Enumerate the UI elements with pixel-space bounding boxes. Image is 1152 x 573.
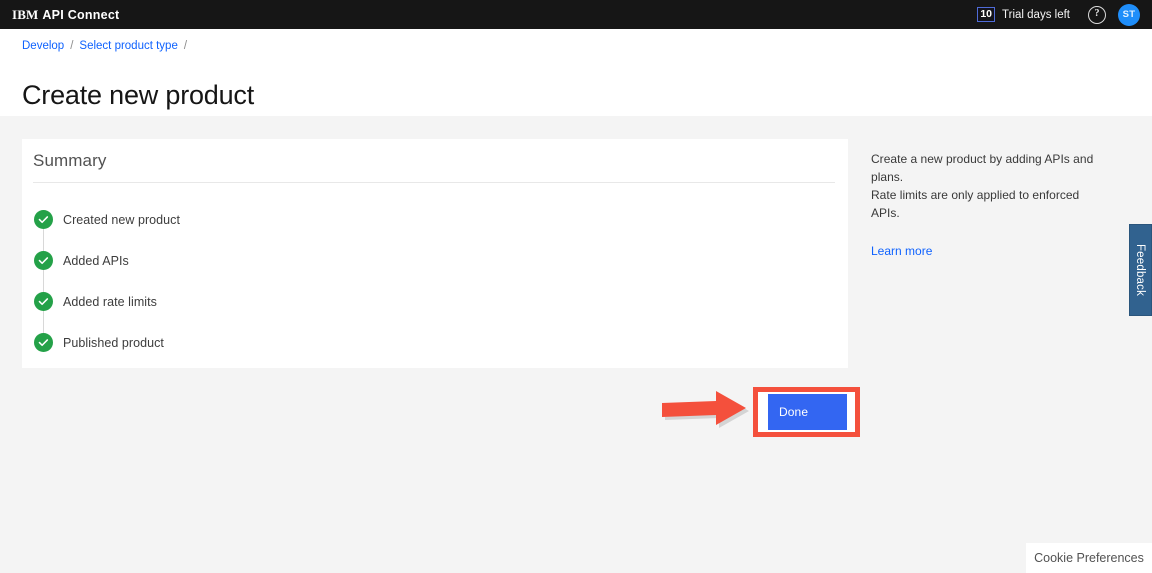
summary-step: Added APIs bbox=[34, 240, 848, 292]
page-title: Create new product bbox=[22, 80, 255, 111]
step-connector-line bbox=[43, 270, 44, 292]
breadcrumb-item-select-product-type[interactable]: Select product type bbox=[79, 40, 177, 52]
info-text-line-1: Create a new product by adding APIs and … bbox=[871, 152, 1094, 184]
trial-days-label: Trial days left bbox=[1002, 8, 1070, 21]
page-header-band: Develop / Select product type / Create n… bbox=[0, 29, 1152, 116]
breadcrumb-item-develop[interactable]: Develop bbox=[22, 40, 64, 52]
user-menu-button[interactable]: ST bbox=[1112, 0, 1146, 29]
info-panel: Create a new product by adding APIs and … bbox=[871, 150, 1106, 260]
check-circle-icon bbox=[34, 251, 53, 270]
learn-more-link[interactable]: Learn more bbox=[871, 244, 932, 258]
app-header: IBM API Connect 10 Trial days left ? ST bbox=[0, 0, 1152, 29]
breadcrumb-separator-trailing: / bbox=[183, 40, 188, 52]
feedback-tab[interactable]: Feedback bbox=[1129, 224, 1152, 316]
summary-step-list: Created new product Added APIs Added rat… bbox=[34, 199, 848, 363]
feedback-tab-label: Feedback bbox=[1134, 243, 1147, 297]
summary-card: Summary Created new product Added APIs A… bbox=[22, 139, 848, 368]
help-button[interactable]: ? bbox=[1082, 0, 1112, 29]
summary-heading: Summary bbox=[33, 151, 107, 170]
check-circle-icon bbox=[34, 333, 53, 352]
annotation-arrow-icon bbox=[662, 391, 749, 428]
brand-logo[interactable]: IBM API Connect bbox=[12, 7, 119, 23]
trial-days-badge: 10 bbox=[977, 7, 996, 22]
summary-step-label: Created new product bbox=[63, 212, 180, 227]
cookie-preferences-label: Cookie Preferences bbox=[1034, 551, 1144, 565]
help-icon: ? bbox=[1088, 5, 1106, 24]
summary-step: Created new product bbox=[34, 199, 848, 251]
check-circle-icon bbox=[34, 210, 53, 229]
summary-step-label: Added APIs bbox=[63, 253, 129, 268]
check-circle-icon bbox=[34, 292, 53, 311]
summary-step: Published product bbox=[34, 322, 848, 363]
breadcrumb-separator: / bbox=[70, 40, 74, 52]
header-actions: 10 Trial days left ? ST bbox=[977, 0, 1146, 29]
step-connector-line bbox=[43, 311, 44, 333]
summary-step-label: Published product bbox=[63, 335, 164, 350]
avatar: ST bbox=[1118, 3, 1140, 26]
info-text-line-2: Rate limits are only applied to enforced… bbox=[871, 188, 1080, 220]
summary-step: Added rate limits bbox=[34, 281, 848, 333]
breadcrumb: Develop / Select product type / bbox=[22, 40, 187, 52]
cookie-preferences-bar[interactable]: Cookie Preferences bbox=[1026, 543, 1152, 573]
summary-divider bbox=[33, 182, 835, 183]
done-button[interactable]: Done bbox=[768, 394, 847, 430]
brand-prefix: IBM bbox=[12, 6, 39, 22]
brand-product-name: API Connect bbox=[42, 7, 120, 22]
step-connector-line bbox=[43, 229, 44, 251]
trial-status[interactable]: 10 Trial days left bbox=[977, 7, 1082, 22]
summary-step-label: Added rate limits bbox=[63, 294, 157, 309]
